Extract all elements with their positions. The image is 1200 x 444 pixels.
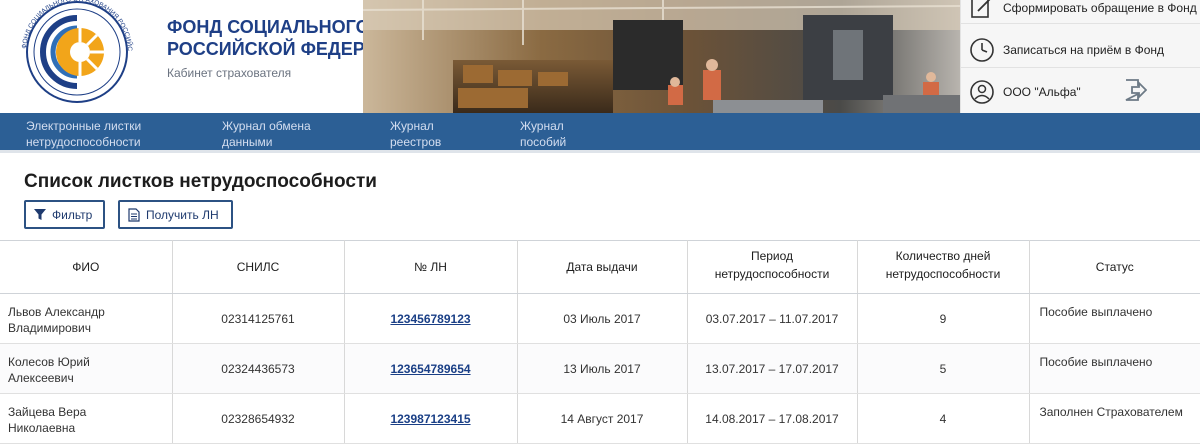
- get-ln-button[interactable]: Получить ЛН: [118, 200, 233, 229]
- fss-logo[interactable]: ФОНД СОЦИАЛЬНОГО СТРАХОВАНИЯ РОССИЙСКОЙ …: [14, 0, 140, 104]
- page-title: Список листков нетрудоспособности: [24, 171, 377, 192]
- ln-link[interactable]: 123654789654: [390, 362, 470, 376]
- company-name: ООО "Альфа": [1003, 85, 1081, 99]
- cell-ln: 123654789654: [344, 343, 518, 394]
- cell-days: 9: [857, 293, 1030, 344]
- table-row[interactable]: Колесов Юрий Алексеевич 02324436573 1236…: [0, 343, 1200, 394]
- cell-period: 14.08.2017 – 17.08.2017: [687, 393, 858, 444]
- col-header-period[interactable]: Период нетрудоспособности: [687, 240, 858, 294]
- main-nav: Электронные листки нетрудоспособности Жу…: [0, 113, 1200, 153]
- cell-ln: 123987123415: [344, 393, 518, 444]
- nav-sick-leaves[interactable]: Электронные листки нетрудоспособности: [26, 118, 141, 150]
- document-icon: [128, 207, 140, 222]
- col-header-status[interactable]: Статус: [1029, 240, 1200, 294]
- cell-snils: 02314125761: [172, 293, 345, 344]
- table-row[interactable]: Зайцева Вера Николаевна 02328654932 1239…: [0, 393, 1200, 444]
- ln-link[interactable]: 123987123415: [390, 412, 470, 426]
- cell-status: Пособие выплачено: [1029, 343, 1200, 394]
- nav-benefits-log[interactable]: Журнал пособий: [520, 118, 566, 150]
- compose-icon: [971, 0, 991, 18]
- cell-fio: Колесов Юрий Алексеевич: [0, 343, 173, 394]
- col-header-fio[interactable]: ФИО: [0, 240, 173, 294]
- cell-date: 03 Июль 2017: [517, 293, 688, 344]
- site-header: ФОНД СОЦИАЛЬНОГО СТРАХОВАНИЯ РОССИЙСКОЙ …: [0, 0, 1200, 113]
- cell-date: 14 Август 2017: [517, 393, 688, 444]
- col-header-ln[interactable]: № ЛН: [344, 240, 518, 294]
- book-appointment-label: Записаться на приём в Фонд: [1003, 43, 1165, 57]
- sick-leave-table: ФИО СНИЛС № ЛН Дата выдачи Период нетруд…: [0, 240, 1200, 444]
- cell-date: 13 Июль 2017: [517, 343, 688, 394]
- header-actions-panel: Сформировать обращение в Фонд Записаться…: [960, 0, 1200, 113]
- cell-ln: 123456789123: [344, 293, 518, 344]
- filter-button-label: Фильтр: [52, 207, 93, 222]
- book-appointment-link[interactable]: Записаться на приём в Фонд: [961, 30, 1200, 68]
- col-header-snils[interactable]: СНИЛС: [172, 240, 345, 294]
- get-ln-button-label: Получить ЛН: [146, 207, 219, 222]
- table-row[interactable]: Львов Александр Владимирович 02314125761…: [0, 293, 1200, 344]
- ln-link[interactable]: 123456789123: [390, 312, 470, 326]
- clock-icon: [970, 38, 994, 62]
- logout-icon[interactable]: [1123, 78, 1147, 102]
- cell-days: 5: [857, 343, 1030, 394]
- cell-days: 4: [857, 393, 1030, 444]
- compose-appeal-label: Сформировать обращение в Фонд: [1003, 1, 1197, 15]
- cell-period: 03.07.2017 – 11.07.2017: [687, 293, 858, 344]
- filter-icon: [34, 208, 46, 220]
- company-account[interactable]: ООО "Альфа": [961, 72, 1200, 112]
- filter-button[interactable]: Фильтр: [24, 200, 105, 229]
- cell-status: Заполнен Страхователем: [1029, 393, 1200, 444]
- compose-appeal-link[interactable]: Сформировать обращение в Фонд: [961, 0, 1200, 24]
- cell-fio: Зайцева Вера Николаевна: [0, 393, 173, 444]
- cell-period: 13.07.2017 – 17.07.2017: [687, 343, 858, 394]
- cell-snils: 02324436573: [172, 343, 345, 394]
- cell-snils: 02328654932: [172, 393, 345, 444]
- cell-fio: Львов Александр Владимирович: [0, 293, 173, 344]
- col-header-date[interactable]: Дата выдачи: [517, 240, 688, 294]
- cell-status: Пособие выплачено: [1029, 293, 1200, 344]
- table-header-row: ФИО СНИЛС № ЛН Дата выдачи Период нетруд…: [0, 240, 1200, 294]
- col-header-days[interactable]: Количество дней нетрудоспособности: [857, 240, 1030, 294]
- nav-registry-log[interactable]: Журнал реестров: [390, 118, 441, 150]
- factory-banner-image: [363, 0, 960, 113]
- user-icon: [970, 80, 994, 104]
- nav-exchange-log[interactable]: Журнал обмена данными: [222, 118, 311, 150]
